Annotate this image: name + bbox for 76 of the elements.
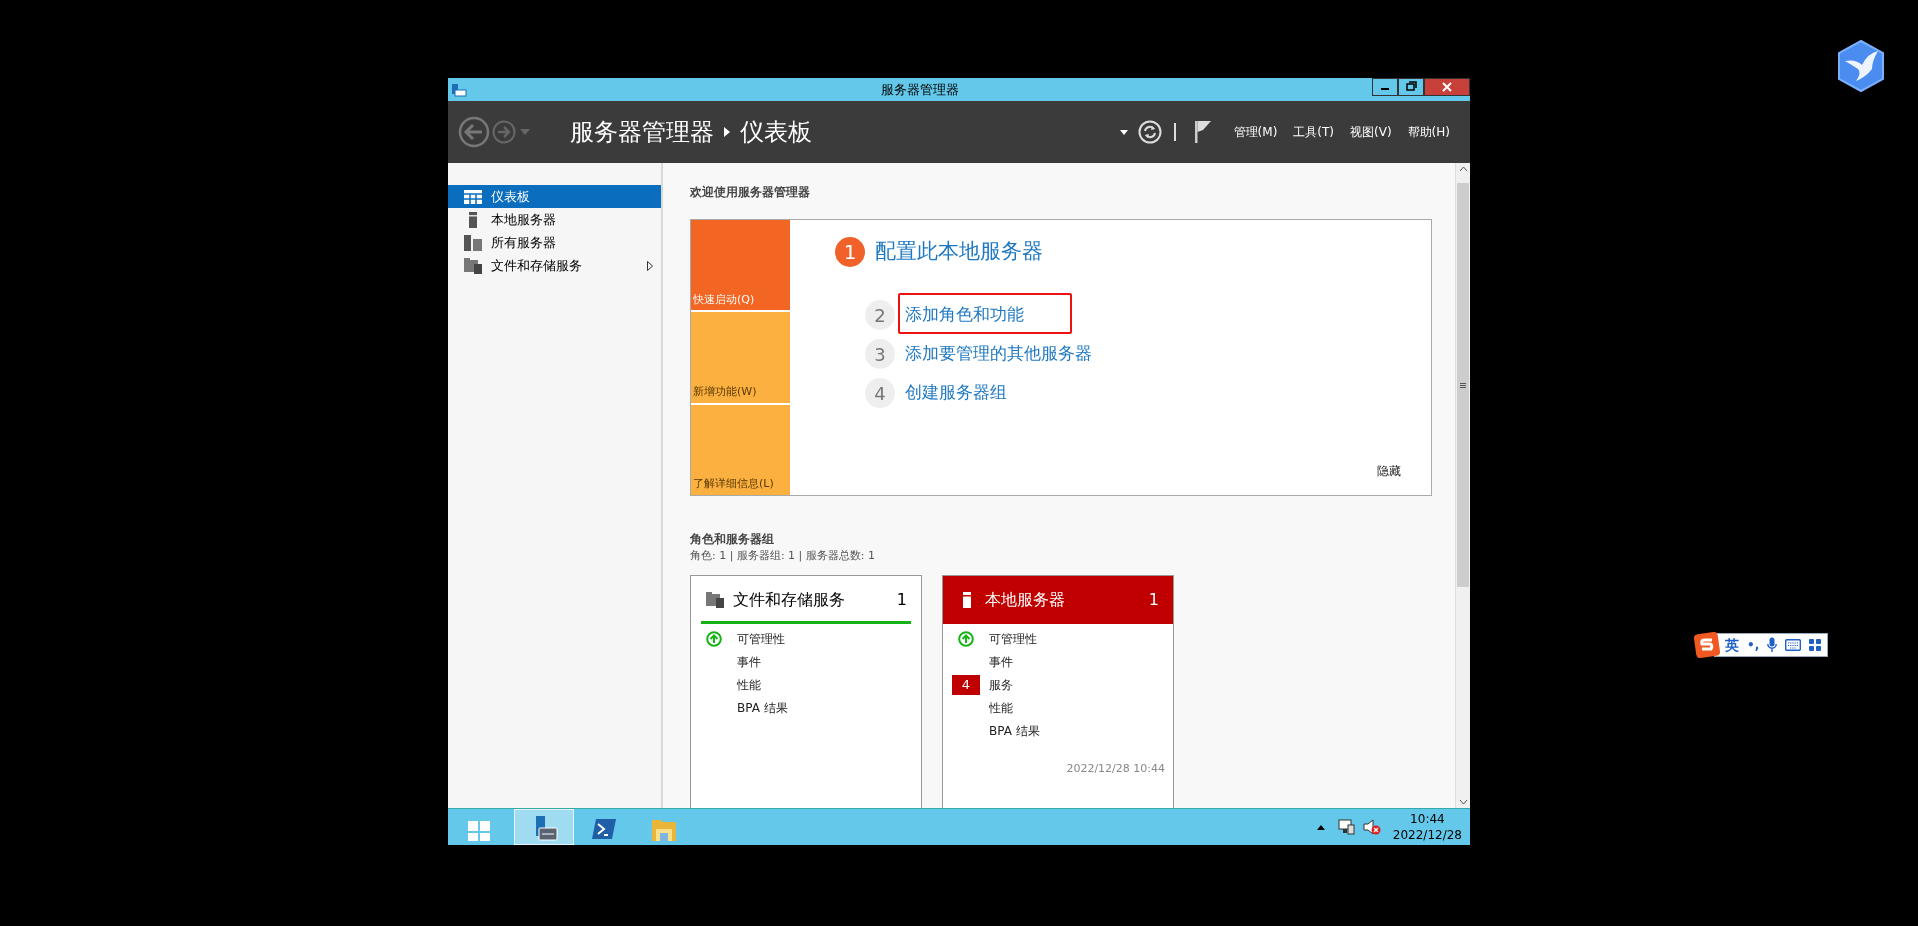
card-title: 文件和存储服务 <box>733 588 846 611</box>
timestamp: 2022/12/28 10:44 <box>1065 760 1166 777</box>
step-link[interactable]: 添加要管理的其他服务器 <box>905 341 1092 367</box>
folder-server-icon <box>464 257 482 274</box>
grid-icon <box>464 189 482 204</box>
taskbar-button[interactable] <box>514 809 574 845</box>
scrollbar[interactable] <box>1455 163 1470 808</box>
up-arrow-circle-icon <box>958 631 974 647</box>
close-icon[interactable] <box>1424 78 1470 96</box>
dropdown-icon[interactable] <box>1119 129 1128 135</box>
refresh-icon[interactable] <box>1137 120 1162 144</box>
step-number: 3 <box>865 339 895 369</box>
show-hidden-icons-icon[interactable] <box>1316 824 1325 830</box>
count-badge: 4 <box>952 675 980 695</box>
clock-date[interactable]: 2022/12/28 <box>1392 827 1462 843</box>
card-item[interactable]: 性能 <box>737 676 761 694</box>
summary-text: 角色: 1 | 服务器组: 1 | 服务器总数: 1 <box>690 548 876 564</box>
app-icon[interactable] <box>451 82 467 97</box>
card-item[interactable]: 性能 <box>989 699 1013 717</box>
back-icon[interactable] <box>458 116 490 148</box>
menu-item[interactable]: 管理(M) <box>1233 123 1278 141</box>
flag-icon[interactable] <box>1193 120 1212 144</box>
card-item[interactable]: BPA 结果 <box>989 722 1040 740</box>
menu-item[interactable]: 视图(V) <box>1350 123 1392 141</box>
step-link[interactable]: 添加角色和功能 <box>905 302 1024 328</box>
folder-server-icon <box>706 591 724 608</box>
sidebar-item[interactable]: 本地服务器 <box>448 208 661 231</box>
card-item[interactable]: BPA 结果 <box>737 699 788 717</box>
card-item[interactable]: 事件 <box>737 653 761 671</box>
ime-logo-icon[interactable] <box>1694 632 1720 658</box>
window-title: 服务器管理器 <box>879 80 960 99</box>
scrollbar-thumb[interactable] <box>1457 183 1469 587</box>
quick-start-tile[interactable]: 新增功能(W) <box>691 312 790 403</box>
card-title: 本地服务器 <box>985 588 1066 611</box>
card-item[interactable]: 可管理性 <box>989 630 1037 648</box>
card-count: 1 <box>896 588 907 611</box>
chevron-right-icon <box>724 127 730 137</box>
quick-start-tile[interactable]: 了解详细信息(L) <box>691 404 790 495</box>
punctuation-toggle[interactable]: •, <box>1747 636 1760 654</box>
sidebar-item[interactable]: 仪表板 <box>448 185 661 208</box>
speaker-muted-icon[interactable] <box>1362 819 1381 835</box>
section-title: 欢迎使用服务器管理器 <box>690 184 811 201</box>
card-item[interactable]: 服务 <box>989 676 1013 694</box>
step-number: 4 <box>865 378 895 408</box>
menu-item[interactable]: 工具(T) <box>1293 123 1335 141</box>
breadcrumb-link[interactable]: 服务器管理器 <box>570 114 714 150</box>
up-arrow-circle-icon <box>706 631 722 647</box>
menu-item[interactable]: 帮助(H) <box>1407 123 1450 141</box>
card-item[interactable]: 事件 <box>989 653 1013 671</box>
card-count: 1 <box>1148 588 1159 611</box>
microphone-icon[interactable] <box>1767 637 1778 653</box>
network-icon[interactable] <box>1336 819 1355 835</box>
expand-arrow-icon[interactable] <box>647 260 653 271</box>
ime-mode-toggle[interactable]: 英 <box>1725 634 1739 656</box>
hide-link[interactable]: 隐藏 <box>1377 462 1401 480</box>
page-title: 仪表板 <box>740 117 812 148</box>
sidebar-item[interactable]: 所有服务器 <box>448 231 661 254</box>
step-number: 2 <box>865 300 895 330</box>
step-link[interactable]: 创建服务器组 <box>905 380 1007 406</box>
card-item[interactable]: 可管理性 <box>737 630 785 648</box>
grip-icon <box>1460 382 1466 388</box>
server-tower-icon <box>963 591 971 608</box>
role-card[interactable]: 本地服务器 1 可管理性 事件 4 服务 性能 BPA 结果 2022/12/28 10:44 <box>942 574 1174 808</box>
section-title: 角色和服务器组 <box>690 531 775 548</box>
step-link[interactable]: 配置此本地服务器 <box>875 236 1043 268</box>
server-stack-icon <box>464 234 482 251</box>
keyboard-icon[interactable] <box>1785 639 1802 651</box>
sidebar-item[interactable]: 文件和存储服务 <box>448 254 661 277</box>
step-number: 1 <box>835 237 865 267</box>
clock-time[interactable]: 10:44 <box>1410 811 1445 827</box>
minimize-icon[interactable] <box>1372 78 1398 96</box>
restore-icon[interactable] <box>1398 78 1424 96</box>
apps-grid-icon[interactable] <box>1809 639 1822 651</box>
role-card[interactable]: 文件和存储服务 1 可管理性 事件 性能 BPA 结果 <box>690 574 922 808</box>
bird-app-icon[interactable] <box>1836 39 1886 93</box>
server-tower-icon <box>469 211 477 228</box>
